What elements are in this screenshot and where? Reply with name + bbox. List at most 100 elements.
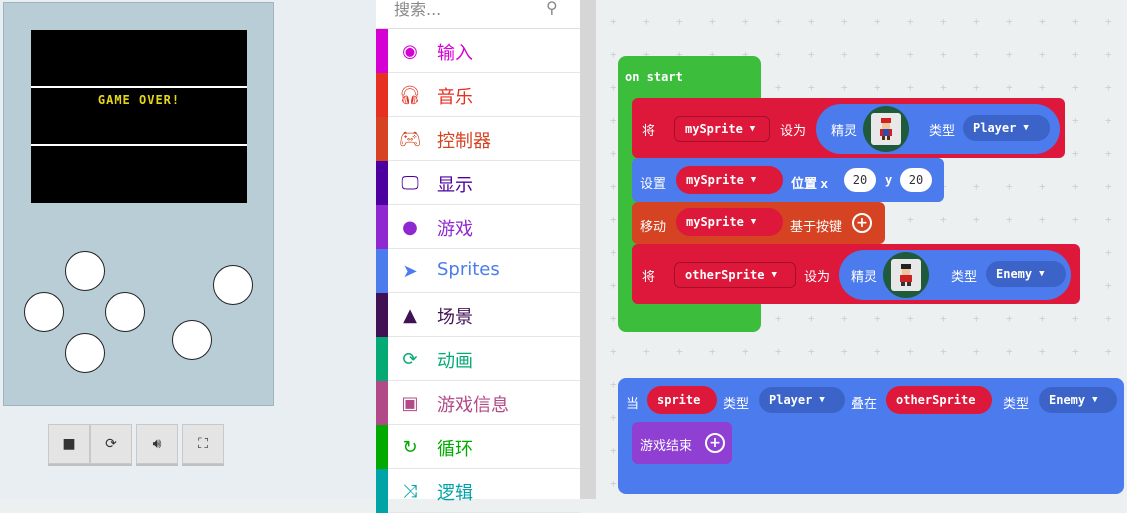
- grid-marker: +: [1105, 15, 1112, 28]
- variable-dropdown[interactable]: mySprite ▼: [674, 116, 770, 142]
- grid-marker: +: [1039, 213, 1046, 226]
- grid-marker: +: [1072, 48, 1079, 61]
- enemy-sprite-icon: [900, 264, 912, 286]
- fullscreen-button[interactable]: ⛶: [182, 424, 224, 464]
- restart-icon: ⟳: [105, 436, 117, 452]
- variable-reporter[interactable]: mySprite ▼: [676, 208, 783, 236]
- kind-keyword: 类型: [723, 397, 750, 412]
- grid-marker: +: [1039, 180, 1046, 193]
- add-argument-button[interactable]: +: [705, 433, 725, 453]
- grid-marker: +: [973, 345, 980, 358]
- category-label: 音乐: [437, 87, 473, 108]
- toolbox-category[interactable]: 🖵 显示: [376, 161, 580, 205]
- sound-button[interactable]: 🔊︎: [136, 424, 178, 464]
- category-label: 输入: [437, 43, 473, 64]
- toolbox-category[interactable]: 🎮︎ 控制器: [376, 117, 580, 161]
- grid-marker: +: [1006, 213, 1013, 226]
- category-label: 显示: [437, 175, 473, 196]
- toolbox-category[interactable]: 🎧︎ 音乐: [376, 73, 580, 117]
- set-other-sprite-block[interactable]: 将 otherSprite ▼ 设为 精灵 类型 Enemy ▼: [632, 244, 1080, 304]
- toolbox-category[interactable]: ↻ 循环: [376, 425, 580, 469]
- target-icon: ◉: [402, 40, 418, 62]
- toolbox-category[interactable]: ◉ 输入: [376, 29, 580, 73]
- category-color-bar: [376, 337, 388, 381]
- category-color-bar: [376, 293, 388, 337]
- toolbox-category[interactable]: ▣ 游戏信息: [376, 381, 580, 425]
- toolbox-category[interactable]: ➤ Sprites: [376, 249, 580, 293]
- dpad-down-button[interactable]: [65, 333, 105, 373]
- restart-button[interactable]: ⟳: [90, 424, 132, 464]
- game-screen[interactable]: GAME OVER!: [31, 30, 247, 203]
- grid-marker: +: [610, 81, 617, 94]
- grid-marker: +: [1105, 114, 1112, 127]
- grid-marker: +: [709, 15, 716, 28]
- toolbox-category[interactable]: ⤨ 逻辑: [376, 469, 580, 513]
- set-sprite-block[interactable]: 将 mySprite ▼ 设为 精灵 类型 Player ▼: [632, 98, 1065, 158]
- sprite-param[interactable]: sprite: [647, 386, 717, 414]
- grid-marker: +: [940, 312, 947, 325]
- grid-marker: +: [1105, 312, 1112, 325]
- grid-marker: +: [808, 81, 815, 94]
- other-sprite-param[interactable]: otherSprite: [886, 386, 992, 414]
- category-color-bar: [376, 425, 388, 469]
- grid-marker: +: [907, 48, 914, 61]
- loop-icon: ↻: [402, 436, 418, 458]
- y-input[interactable]: 20: [900, 168, 932, 192]
- toolbox-category[interactable]: ▲ 场景: [376, 293, 580, 337]
- a-button[interactable]: [213, 265, 253, 305]
- grid-marker: +: [775, 48, 782, 61]
- on-overlap-block[interactable]: 当 sprite 类型 Player ▼ 叠在 otherSprite 类型 En…: [618, 378, 1124, 494]
- sprite-image-picker[interactable]: [883, 252, 929, 298]
- kind-dropdown[interactable]: Enemy ▼: [986, 261, 1066, 287]
- grid-marker: +: [1039, 81, 1046, 94]
- kind-dropdown[interactable]: Player ▼: [759, 387, 845, 413]
- stop-button[interactable]: ■: [48, 424, 90, 464]
- kind-dropdown[interactable]: Player ▼: [963, 115, 1050, 141]
- toolbox-search[interactable]: 搜索... ⚲: [376, 0, 580, 29]
- toolbox-scrollbar[interactable]: [580, 0, 596, 499]
- grid-marker: +: [1105, 345, 1112, 358]
- dpad-right-button[interactable]: [105, 292, 145, 332]
- grid-marker: +: [973, 213, 980, 226]
- variable-reporter[interactable]: mySprite ▼: [676, 166, 783, 194]
- grid-marker: +: [643, 345, 650, 358]
- set-position-block[interactable]: 设置 mySprite ▼ 位置 x 20 y 20: [632, 158, 944, 202]
- blocks-workspace[interactable]: + + + + + + + + + + + + + + + + + + + + + + + + + + + + + + + + + + + + + + + +…: [596, 0, 1127, 499]
- variable-dropdown[interactable]: otherSprite ▼: [674, 262, 796, 288]
- gamepad-icon: 🎮︎: [398, 128, 422, 150]
- dpad-up-button[interactable]: [65, 251, 105, 291]
- grid-marker: +: [643, 15, 650, 28]
- move-keyword: 移动: [640, 220, 667, 235]
- add-argument-button[interactable]: +: [852, 213, 872, 233]
- grid-marker: +: [610, 279, 617, 292]
- grid-marker: +: [907, 213, 914, 226]
- move-sprite-block[interactable]: 移动 mySprite ▼ 基于按键 +: [632, 202, 885, 244]
- toolbox-category[interactable]: ● 游戏: [376, 205, 580, 249]
- game-over-block[interactable]: 游戏结束 +: [632, 422, 732, 464]
- grid-marker: +: [610, 114, 617, 127]
- sprite-keyword: 精灵: [831, 124, 858, 139]
- dpad-left-button[interactable]: [24, 292, 64, 332]
- create-sprite-block[interactable]: 精灵 类型 Player ▼: [816, 104, 1060, 154]
- x-input[interactable]: 20: [844, 168, 876, 192]
- grid-marker: +: [940, 345, 947, 358]
- toolbox-category[interactable]: ⟳ 动画: [376, 337, 580, 381]
- kind-dropdown[interactable]: Enemy ▼: [1039, 387, 1117, 413]
- grid-marker: +: [742, 15, 749, 28]
- b-button[interactable]: [172, 320, 212, 360]
- grid-marker: +: [1006, 81, 1013, 94]
- grid-marker: +: [1072, 114, 1079, 127]
- search-input[interactable]: 搜索...: [394, 0, 441, 20]
- category-label: 逻辑: [437, 483, 473, 504]
- screen-divider: [31, 86, 247, 88]
- on-start-label: on start: [625, 70, 683, 84]
- create-sprite-block[interactable]: 精灵 类型 Enemy ▼: [839, 250, 1071, 300]
- grid-marker: +: [874, 312, 881, 325]
- grid-marker: +: [1072, 213, 1079, 226]
- grid-marker: +: [874, 345, 881, 358]
- grid-marker: +: [1105, 81, 1112, 94]
- category-color-bar: [376, 381, 388, 425]
- grid-marker: +: [1039, 345, 1046, 358]
- sprite-image-picker[interactable]: [863, 106, 909, 152]
- search-icon[interactable]: ⚲: [546, 0, 558, 17]
